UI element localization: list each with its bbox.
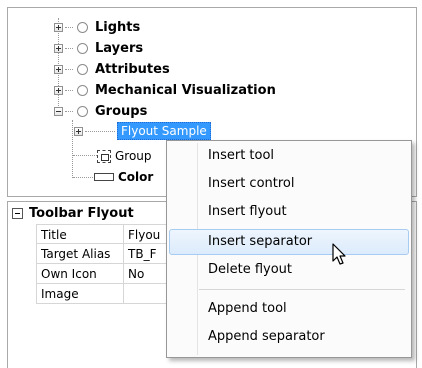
tree-item-color[interactable]: Color: [94, 167, 153, 187]
radio-icon: [77, 42, 88, 54]
tree-item-label: Groups: [95, 103, 148, 119]
tree-connector-line-child: [72, 120, 73, 178]
menu-item-delete-flyout[interactable]: Delete flyout: [169, 258, 409, 284]
tree-connector: [73, 177, 93, 178]
expand-icon[interactable]: [54, 43, 63, 53]
tree-item-layers[interactable]: Layers: [54, 38, 143, 58]
tree-item-selected-label[interactable]: Flyout Sample: [117, 122, 211, 140]
menu-separator: [199, 289, 405, 290]
tree-item-label: Layers: [95, 40, 144, 56]
tree-dots: [85, 130, 115, 132]
menu-item-insert-tool[interactable]: Insert tool: [169, 144, 409, 170]
menu-item-insert-flyout[interactable]: Insert flyout: [169, 200, 409, 226]
radio-icon: [77, 21, 88, 33]
tree-item-label: Attributes: [95, 61, 170, 77]
tree-item-flyout-sample[interactable]: Flyout Sample: [74, 121, 211, 141]
menu-item-insert-control[interactable]: Insert control: [169, 172, 409, 198]
menu-item-append-tool[interactable]: Append tool: [169, 297, 409, 323]
expand-icon[interactable]: [74, 126, 83, 136]
property-title: Toolbar Flyout: [29, 205, 134, 221]
collapse-icon[interactable]: [12, 207, 23, 219]
tree-dots: [65, 26, 73, 28]
tree-item-label: Lights: [95, 19, 141, 35]
tree-dots: [65, 68, 73, 70]
radio-icon: [77, 63, 88, 75]
property-name: Own Icon: [36, 264, 124, 284]
tree-item-label: Group: [115, 149, 152, 163]
expand-icon[interactable]: [54, 64, 63, 74]
tree-item-label: Mechanical Visualization: [95, 82, 276, 98]
radio-icon: [77, 84, 88, 96]
expand-icon[interactable]: [54, 22, 63, 32]
tree-item-mechanical-visualization[interactable]: Mechanical Visualization: [54, 80, 276, 100]
tree-dots: [65, 110, 73, 112]
tree-item-attributes[interactable]: Attributes: [54, 59, 170, 79]
tree-item-group[interactable]: Group: [97, 146, 152, 166]
tree-dots: [65, 89, 73, 91]
tree-item-label: Color: [118, 170, 154, 184]
control-icon: [94, 173, 114, 181]
collapse-icon[interactable]: [54, 106, 63, 116]
group-icon: [97, 149, 111, 163]
property-name: Target Alias: [36, 244, 124, 264]
property-name: Image: [36, 284, 124, 304]
property-name: Title: [36, 224, 124, 244]
expand-icon[interactable]: [54, 85, 63, 95]
tree-connector: [73, 155, 97, 156]
menu-item-append-separator[interactable]: Append separator: [169, 325, 409, 351]
tree-dots: [65, 47, 73, 49]
menu-item-insert-separator[interactable]: Insert separator: [169, 229, 409, 255]
mouse-cursor-icon: [332, 243, 346, 265]
tree-item-lights[interactable]: Lights: [54, 17, 140, 37]
tree-item-groups[interactable]: Groups: [54, 101, 147, 121]
context-menu: Insert tool Insert control Insert flyout…: [166, 140, 412, 358]
radio-icon: [77, 105, 88, 117]
